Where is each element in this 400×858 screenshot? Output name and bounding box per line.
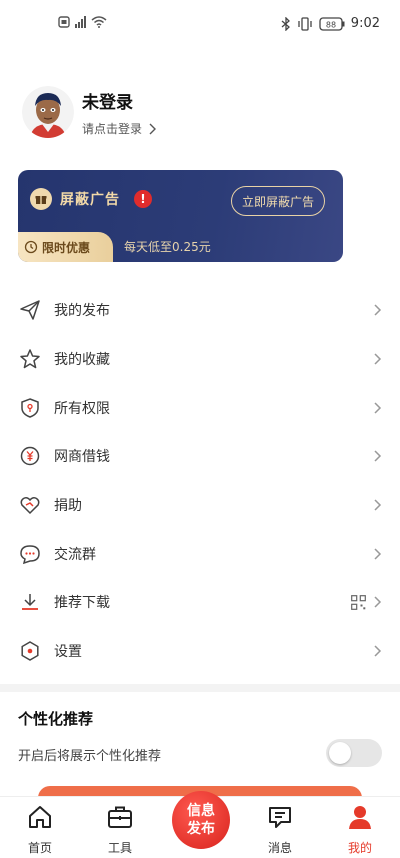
clock-icon bbox=[24, 240, 38, 254]
nav-tools-label: 工具 bbox=[107, 841, 132, 855]
nav-mine[interactable]: 我的 bbox=[330, 803, 390, 856]
menu-item-my-posts[interactable]: 我的发布 bbox=[0, 286, 400, 335]
gift-icon bbox=[30, 188, 52, 210]
shield-icon bbox=[18, 396, 42, 420]
person-icon bbox=[349, 806, 371, 829]
nav-messages-label: 消息 bbox=[267, 841, 292, 855]
menu-item-settings[interactable]: 设置 bbox=[0, 627, 400, 676]
wifi-icon bbox=[91, 16, 107, 28]
personalized-toggle[interactable] bbox=[326, 739, 382, 767]
menu-item-favorites[interactable]: 我的收藏 bbox=[0, 335, 400, 384]
chevron-right-icon bbox=[374, 353, 382, 365]
publish-line-2: 发布 bbox=[187, 821, 215, 837]
menu-label: 所有权限 bbox=[54, 400, 110, 417]
qr-code-icon[interactable] bbox=[351, 595, 366, 610]
status-right: 88 9:02 bbox=[281, 16, 380, 31]
personalized-title: 个性化推荐 bbox=[18, 710, 94, 728]
toolbox-icon bbox=[108, 806, 132, 828]
warning-icon: ! bbox=[134, 190, 152, 208]
home-icon bbox=[29, 806, 51, 828]
chevron-right-icon bbox=[374, 499, 382, 511]
personalized-description: 开启后将展示个性化推荐 bbox=[18, 749, 162, 764]
download-icon bbox=[18, 590, 42, 614]
section-divider bbox=[0, 684, 400, 692]
chevron-right-icon bbox=[374, 304, 382, 316]
chevron-right-icon bbox=[374, 596, 382, 608]
login-prompt-text: 请点击登录 bbox=[82, 122, 143, 136]
menu-item-donate[interactable]: 捐助 bbox=[0, 481, 400, 530]
menu-list: 我的发布 我的收藏 所有权限 网商借钱 捐助 交流群 推荐下载 设置 bbox=[0, 286, 400, 676]
nav-messages[interactable]: 消息 bbox=[250, 803, 310, 856]
ad-title-row: 屏蔽广告 ! bbox=[30, 188, 152, 210]
menu-label: 推荐下载 bbox=[54, 595, 110, 612]
yuan-icon bbox=[18, 444, 42, 468]
status-left bbox=[58, 16, 107, 28]
message-icon bbox=[269, 807, 291, 828]
bluetooth-icon bbox=[281, 16, 290, 31]
profile-name: 未登录 bbox=[82, 93, 133, 113]
menu-item-group-chat[interactable]: 交流群 bbox=[0, 529, 400, 578]
ad-bottom: 限时优惠 每天低至0.25元 bbox=[18, 232, 343, 262]
status-bar: 88 9:02 bbox=[0, 0, 400, 50]
heart-icon bbox=[18, 493, 42, 517]
limited-offer-badge: 限时优惠 bbox=[18, 232, 113, 262]
chat-icon bbox=[18, 542, 42, 566]
chevron-right-icon bbox=[374, 548, 382, 560]
svg-text:88: 88 bbox=[326, 20, 336, 29]
send-icon bbox=[18, 298, 42, 322]
chevron-right-icon bbox=[374, 450, 382, 462]
limited-offer-text: 限时优惠 bbox=[42, 240, 91, 255]
nav-home[interactable]: 首页 bbox=[10, 803, 70, 856]
menu-item-loan[interactable]: 网商借钱 bbox=[0, 432, 400, 481]
battery-icon: 88 bbox=[319, 16, 345, 31]
menu-label: 设置 bbox=[54, 644, 82, 661]
menu-label: 我的收藏 bbox=[54, 352, 110, 369]
publish-line-1: 信息 bbox=[187, 803, 215, 819]
menu-item-permissions[interactable]: 所有权限 bbox=[0, 383, 400, 432]
menu-label: 交流群 bbox=[54, 546, 96, 563]
star-icon bbox=[18, 347, 42, 371]
avatar[interactable] bbox=[22, 86, 74, 138]
chevron-right-icon bbox=[374, 402, 382, 414]
toggle-knob bbox=[329, 742, 351, 764]
settings-icon bbox=[18, 639, 42, 663]
chevron-right-icon bbox=[374, 645, 382, 657]
remove-ads-button[interactable]: 立即屏蔽广告 bbox=[230, 186, 325, 216]
menu-label: 网商借钱 bbox=[54, 449, 110, 466]
vibrate-icon bbox=[298, 16, 312, 31]
menu-item-download[interactable]: 推荐下载 bbox=[0, 578, 400, 627]
signal-icon bbox=[75, 16, 86, 28]
login-prompt[interactable]: 请点击登录 bbox=[82, 120, 157, 137]
ad-price: 每天低至0.25元 bbox=[124, 240, 211, 254]
ad-title: 屏蔽广告 bbox=[60, 192, 120, 208]
profile-header[interactable]: 未登录 请点击登录 bbox=[22, 86, 382, 142]
publish-button[interactable]: 信息 发布 bbox=[172, 791, 230, 849]
remove-ads-banner[interactable]: 屏蔽广告 ! 立即屏蔽广告 限时优惠 每天低至0.25元 bbox=[18, 170, 343, 262]
nav-home-label: 首页 bbox=[27, 841, 52, 855]
nav-tools[interactable]: 工具 bbox=[90, 803, 150, 856]
menu-label: 我的发布 bbox=[54, 303, 110, 320]
sim-icon bbox=[58, 16, 70, 28]
clock: 9:02 bbox=[350, 16, 380, 31]
chevron-right-icon bbox=[149, 123, 157, 134]
bottom-nav: 首页 工具 信息 发布 消息 我的 bbox=[0, 791, 400, 858]
nav-mine-label: 我的 bbox=[347, 841, 372, 855]
menu-label: 捐助 bbox=[54, 498, 82, 515]
